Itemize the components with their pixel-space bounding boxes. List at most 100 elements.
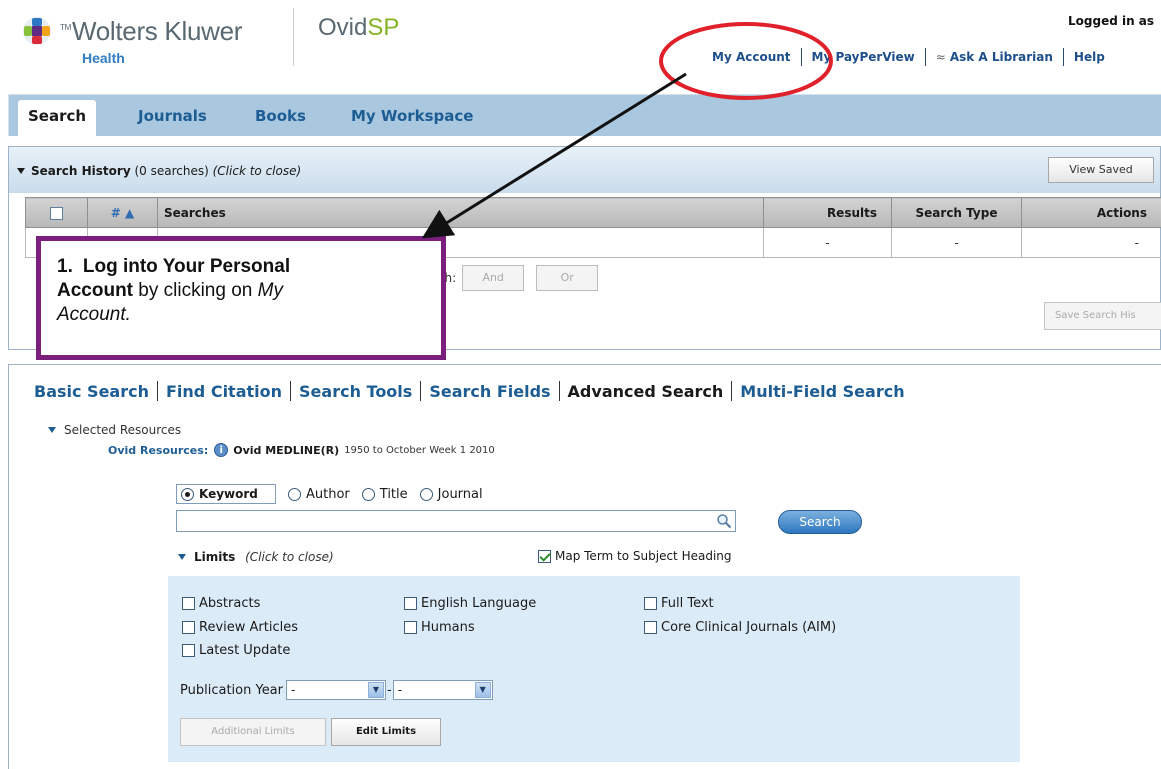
radio-keyword[interactable]: Keyword bbox=[176, 484, 276, 504]
checkbox[interactable] bbox=[644, 621, 657, 634]
radio-button[interactable] bbox=[361, 487, 375, 501]
tab-books[interactable]: Books bbox=[255, 107, 306, 125]
table-header-row: # ▲ Searches Results Search Type Actions bbox=[25, 197, 1161, 228]
selected-resources-label: Selected Resources bbox=[64, 423, 182, 437]
tab-journals[interactable]: Journals bbox=[138, 107, 207, 125]
checkbox[interactable] bbox=[182, 644, 195, 657]
click-to-close: (Click to close) bbox=[245, 550, 334, 564]
radio-button[interactable] bbox=[419, 487, 433, 501]
radio-button[interactable] bbox=[288, 487, 301, 501]
tab-my-workspace[interactable]: My Workspace bbox=[351, 107, 473, 125]
publication-year-label: Publication Year bbox=[180, 682, 283, 698]
checkbox[interactable] bbox=[404, 597, 417, 610]
search-icon[interactable] bbox=[716, 513, 732, 529]
combine-or-button[interactable]: Or bbox=[536, 265, 599, 291]
nav-search-tools[interactable]: Search Tools bbox=[299, 382, 412, 401]
cell-search-type: - bbox=[891, 227, 1022, 258]
limit-english-language[interactable]: English Language bbox=[404, 596, 536, 611]
limit-core-clinical-journals[interactable]: Core Clinical Journals (AIM) bbox=[644, 620, 836, 635]
limit-abstracts[interactable]: Abstracts bbox=[182, 596, 260, 611]
save-search-history-button[interactable]: Save Search His bbox=[1044, 302, 1161, 330]
ovid-resources-label: Ovid Resources: bbox=[108, 443, 209, 457]
nav-basic-search[interactable]: Basic Search bbox=[34, 382, 149, 401]
product-name: OvidSP bbox=[318, 14, 399, 42]
nav-multi-field-search[interactable]: Multi-Field Search bbox=[740, 382, 904, 401]
callout-line-1: Log into Your Personal bbox=[82, 256, 291, 277]
limits-toggle[interactable]: Limits (Click to close) bbox=[178, 550, 334, 564]
radio-title[interactable]: Title bbox=[361, 487, 408, 502]
search-input[interactable] bbox=[176, 510, 736, 532]
search-history-toggle[interactable]: Search History (0 searches) (Click to cl… bbox=[17, 164, 301, 178]
limit-latest-update[interactable]: Latest Update bbox=[182, 643, 290, 658]
info-icon[interactable]: i bbox=[214, 443, 229, 457]
link-separator bbox=[1062, 48, 1064, 66]
search-mode-nav: Basic Search Find Citation Search Tools … bbox=[34, 381, 905, 401]
help-link[interactable]: Help bbox=[1074, 50, 1105, 64]
map-term-label: Map Term to Subject Heading bbox=[555, 549, 732, 563]
search-button[interactable]: Search bbox=[778, 510, 862, 534]
edit-limits-button[interactable]: Edit Limits bbox=[331, 718, 441, 746]
ovid-resources: Ovid Resources: i Ovid MEDLINE(R) 1950 t… bbox=[108, 443, 495, 457]
view-saved-button[interactable]: View Saved bbox=[1048, 157, 1154, 183]
brand-name: Wolters Kluwer bbox=[71, 16, 243, 46]
publication-year-from-select[interactable]: - ▼ bbox=[286, 680, 386, 700]
database-name: Ovid MEDLINE(R) bbox=[233, 443, 340, 457]
column-search-type: Search Type bbox=[891, 197, 1022, 228]
select-all-column bbox=[25, 197, 88, 228]
column-actions: Actions bbox=[1021, 197, 1161, 228]
publication-year: Publication Year - ▼ - - ▼ bbox=[180, 680, 493, 700]
brand-health: Health bbox=[82, 50, 125, 66]
checkbox[interactable] bbox=[182, 621, 195, 634]
checkbox[interactable] bbox=[182, 597, 195, 610]
callout-account: Account bbox=[57, 280, 133, 301]
chevron-down-icon: ▼ bbox=[368, 682, 384, 698]
instruction-callout: 1. Log into Your Personal Account by clic… bbox=[36, 236, 446, 360]
link-separator bbox=[924, 48, 926, 66]
collapse-triangle-icon bbox=[17, 168, 25, 174]
map-term-checkbox[interactable] bbox=[538, 549, 551, 563]
radio-journal[interactable]: Journal bbox=[419, 487, 483, 502]
nav-find-citation[interactable]: Find Citation bbox=[166, 382, 282, 401]
limit-humans[interactable]: Humans bbox=[404, 620, 475, 635]
limit-review-articles[interactable]: Review Articles bbox=[182, 620, 298, 635]
globe-logo-icon bbox=[23, 17, 51, 45]
map-term-option[interactable]: Map Term to Subject Heading bbox=[538, 549, 732, 563]
radio-button[interactable] bbox=[181, 487, 194, 501]
checkbox[interactable] bbox=[644, 597, 657, 610]
callout-by-clicking: by clicking on bbox=[133, 280, 258, 301]
my-account-link[interactable]: My Account bbox=[712, 50, 791, 64]
product-prefix: Ovid bbox=[318, 14, 368, 41]
logged-in-label: Logged in as bbox=[1068, 14, 1155, 28]
limits-title: Limits bbox=[194, 550, 236, 564]
combine-and-button[interactable]: And bbox=[462, 265, 525, 291]
callout-account-italic: Account bbox=[57, 304, 126, 325]
tab-search[interactable]: Search bbox=[18, 100, 97, 138]
cell-results: - bbox=[763, 227, 892, 258]
database-range: 1950 to October Week 1 2010 bbox=[344, 444, 495, 456]
collapse-triangle-icon bbox=[48, 427, 56, 433]
top-links: My Account My PayPerView ≈ Ask A Librari… bbox=[712, 48, 1105, 66]
additional-limits-button[interactable]: Additional Limits bbox=[180, 718, 326, 746]
search-history-title: Search History bbox=[31, 164, 131, 178]
column-results: Results bbox=[763, 197, 892, 228]
search-history-header: Search History (0 searches) (Click to cl… bbox=[9, 147, 1160, 193]
column-searches: Searches bbox=[157, 197, 764, 228]
column-number[interactable]: # ▲ bbox=[87, 197, 158, 228]
header-divider bbox=[293, 8, 294, 66]
selected-resources-toggle[interactable]: Selected Resources bbox=[48, 423, 181, 437]
radio-author[interactable]: Author bbox=[288, 487, 350, 502]
nav-advanced-search[interactable]: Advanced Search bbox=[568, 382, 724, 401]
publication-year-to-select[interactable]: - ▼ bbox=[392, 680, 493, 700]
collapse-triangle-icon bbox=[178, 554, 186, 560]
pay-per-view-link[interactable]: My PayPerView bbox=[812, 50, 915, 64]
limit-full-text[interactable]: Full Text bbox=[644, 596, 714, 611]
link-separator bbox=[800, 48, 802, 66]
click-to-close: (Click to close) bbox=[212, 164, 302, 178]
nav-search-fields[interactable]: Search Fields bbox=[429, 382, 550, 401]
ask-librarian-link[interactable]: Ask A Librarian bbox=[950, 50, 1053, 64]
callout-my: My bbox=[257, 280, 283, 301]
checkbox[interactable] bbox=[404, 621, 417, 634]
callout-period: . bbox=[125, 304, 131, 325]
select-all-checkbox[interactable] bbox=[50, 206, 63, 220]
person-question-icon: ≈ bbox=[935, 50, 946, 64]
